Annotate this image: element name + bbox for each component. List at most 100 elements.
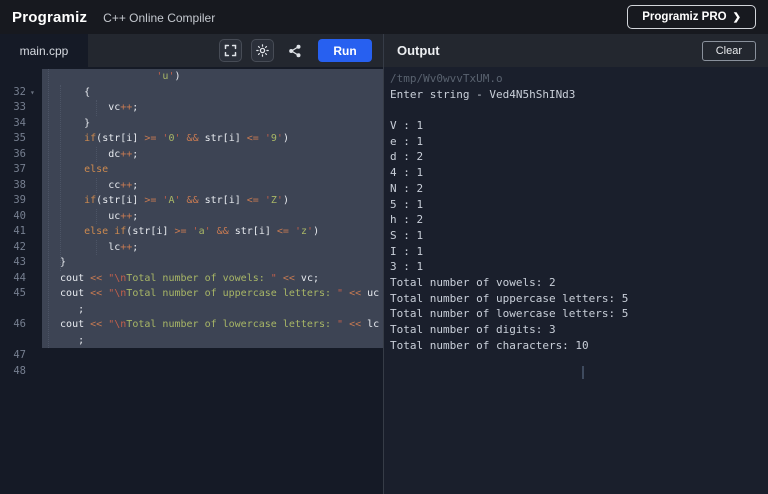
code-line[interactable]: ;	[0, 333, 383, 349]
code-text: cc++;	[42, 178, 383, 194]
code-line[interactable]: 35 if(str[i] >= '0' && str[i] <= '9')	[0, 131, 383, 147]
output-line: d : 2	[390, 149, 768, 165]
code-text: if(str[i] >= '0' && str[i] <= '9')	[42, 131, 383, 147]
fold-arrow-icon[interactable]: ▾	[26, 85, 42, 101]
indent-guide	[60, 85, 61, 271]
code-line[interactable]: 43 }	[0, 255, 383, 271]
fold-gutter	[26, 131, 42, 147]
tab-main-cpp[interactable]: main.cpp	[0, 34, 88, 67]
line-number: 38	[0, 178, 26, 194]
line-number: 47	[0, 348, 26, 364]
fold-gutter	[26, 302, 42, 318]
code-line[interactable]: 34 }	[0, 116, 383, 132]
line-number: 45	[0, 286, 26, 302]
output-line: e : 1	[390, 134, 768, 150]
line-number: 32	[0, 85, 26, 101]
code-text: cout << "\nTotal number of lowercase let…	[42, 317, 383, 333]
code-text: }	[42, 255, 383, 271]
code-line[interactable]: 36 dc++;	[0, 147, 383, 163]
output-line: 5 : 1	[390, 197, 768, 213]
code-line[interactable]: 37 else	[0, 162, 383, 178]
line-number	[0, 302, 26, 318]
output-header: Output Clear	[384, 34, 768, 67]
code-line[interactable]: 38 cc++;	[0, 178, 383, 194]
code-text: {	[42, 85, 383, 101]
fold-gutter	[26, 286, 42, 302]
line-number: 46	[0, 317, 26, 333]
code-text: vc++;	[42, 100, 383, 116]
indent-guide	[96, 240, 97, 256]
code-line[interactable]: 40 uc++;	[0, 209, 383, 225]
fold-gutter	[26, 364, 42, 380]
code-line[interactable]: 48	[0, 364, 383, 380]
code-text: uc++;	[42, 209, 383, 225]
code-text: dc++;	[42, 147, 383, 163]
output-line: V : 1	[390, 118, 768, 134]
fullscreen-icon	[224, 44, 237, 57]
code-text: ;	[42, 333, 383, 349]
code-line[interactable]: 44 cout << "\nTotal number of vowels: " …	[0, 271, 383, 287]
output-lines: /tmp/Wv0wvvTxUM.oEnter string - Ved4N5hS…	[390, 71, 768, 353]
fold-gutter	[26, 255, 42, 271]
run-button[interactable]: Run	[318, 39, 372, 62]
code-line[interactable]: 45 cout << "\nTotal number of uppercase …	[0, 286, 383, 302]
code-line[interactable]: 33 vc++;	[0, 100, 383, 116]
theme-toggle-button[interactable]	[251, 39, 274, 62]
fold-gutter	[26, 317, 42, 333]
output-line: N : 2	[390, 181, 768, 197]
line-number: 33	[0, 100, 26, 116]
fold-gutter	[26, 100, 42, 116]
code-text: else if(str[i] >= 'a' && str[i] <= 'z')	[42, 224, 383, 240]
code-line[interactable]: 46 cout << "\nTotal number of lowercase …	[0, 317, 383, 333]
code-line[interactable]: 39 if(str[i] >= 'A' && str[i] <= 'Z')	[0, 193, 383, 209]
code-line[interactable]: ;	[0, 302, 383, 318]
output-terminal[interactable]: /tmp/Wv0wvvTxUM.oEnter string - Ved4N5hS…	[384, 67, 768, 494]
code-text	[42, 348, 383, 364]
code-editor[interactable]: 'u')32▾ {33 vc++;34 }35 if(str[i] >= '0'…	[0, 67, 383, 494]
code-text: ;	[42, 302, 383, 318]
code-line[interactable]: 42 lc++;	[0, 240, 383, 256]
line-number: 42	[0, 240, 26, 256]
output-title: Output	[384, 43, 440, 58]
line-number: 44	[0, 271, 26, 287]
fold-gutter	[26, 271, 42, 287]
editor-toolbar: main.cpp	[0, 34, 383, 67]
indent-guide	[96, 209, 97, 225]
output-line	[390, 102, 768, 118]
code-text: if(str[i] >= 'A' && str[i] <= 'Z')	[42, 193, 383, 209]
code-line[interactable]: 32▾ {	[0, 85, 383, 101]
output-line: /tmp/Wv0wvvTxUM.o	[390, 71, 768, 87]
programiz-pro-button[interactable]: Programiz PRO ❯	[627, 5, 756, 29]
line-number: 43	[0, 255, 26, 271]
line-number	[0, 69, 26, 85]
fold-gutter	[26, 333, 42, 349]
fullscreen-button[interactable]	[219, 39, 242, 62]
clear-button[interactable]: Clear	[702, 41, 756, 61]
indent-guide	[96, 147, 97, 163]
programiz-logo[interactable]: Programiz	[12, 9, 87, 26]
indent-guide	[96, 100, 97, 116]
share-button[interactable]	[283, 39, 306, 62]
output-line: 3 : 1	[390, 259, 768, 275]
line-number: 48	[0, 364, 26, 380]
code-text: lc++;	[42, 240, 383, 256]
fold-gutter	[26, 69, 42, 85]
output-line: Total number of uppercase letters: 5	[390, 291, 768, 307]
code-line[interactable]: 47	[0, 348, 383, 364]
fold-gutter	[26, 178, 42, 194]
line-number: 35	[0, 131, 26, 147]
code-text: cout << "\nTotal number of vowels: " << …	[42, 271, 383, 287]
code-text	[42, 364, 383, 380]
fold-gutter	[26, 348, 42, 364]
code-text: cout << "\nTotal number of uppercase let…	[42, 286, 383, 302]
top-nav: Programiz C++ Online Compiler Programiz …	[0, 0, 768, 34]
code-text: }	[42, 116, 383, 132]
fold-gutter	[26, 240, 42, 256]
code-line[interactable]: 41 else if(str[i] >= 'a' && str[i] <= 'z…	[0, 224, 383, 240]
editor-panel: main.cpp	[0, 34, 384, 494]
line-number: 36	[0, 147, 26, 163]
brightness-icon	[256, 44, 269, 57]
code-line[interactable]: 'u')	[0, 69, 383, 85]
line-number: 39	[0, 193, 26, 209]
line-number	[0, 333, 26, 349]
